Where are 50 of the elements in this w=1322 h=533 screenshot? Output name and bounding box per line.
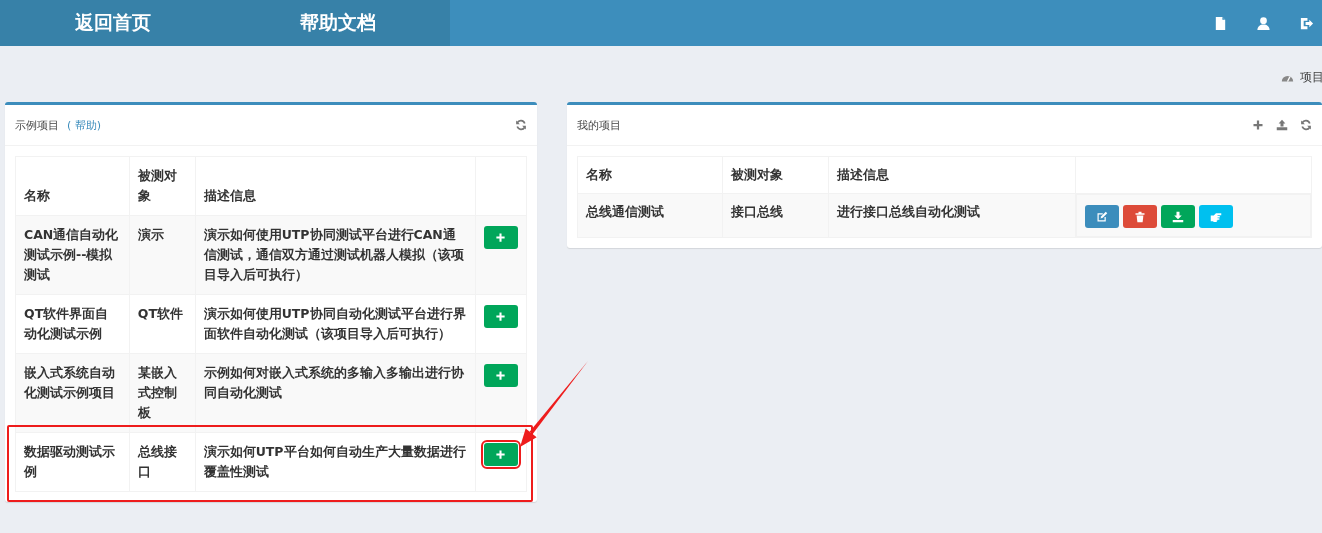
plus-icon [495, 370, 507, 381]
pointing-hand-button[interactable] [1199, 205, 1233, 228]
add-button[interactable] [483, 364, 518, 387]
download-button[interactable] [1161, 205, 1195, 228]
column-header: 名称 [577, 156, 723, 194]
panel-title: 我的项目 [577, 117, 621, 133]
column-header: 描述信息 [195, 156, 476, 216]
table-cell: 某嵌入式控制板 [129, 353, 196, 433]
download-icon [1172, 210, 1184, 223]
nav-link[interactable]: 帮助文档 [225, 0, 450, 46]
plus-icon[interactable] [1252, 119, 1264, 131]
table-cell: 进行接口总线自动化测试 [828, 193, 1076, 238]
table-cell: CAN通信自动化测试示例--模拟测试 [15, 215, 130, 295]
table-cell: QT软件 [129, 294, 196, 354]
table-cell: 总线通信测试 [577, 193, 723, 238]
table-cell: 示例如何对嵌入式系统的多输入多输出进行协同自动化测试 [195, 353, 476, 433]
add-button[interactable] [483, 305, 518, 328]
table-cell: 演示如何UTP平台如何自动生产大量数据进行覆盖性测试 [195, 432, 476, 492]
table-cell: 演示 [129, 215, 196, 295]
upload-icon[interactable] [1276, 119, 1288, 131]
table-cell: 数据驱动测试示例 [15, 432, 130, 492]
breadcrumb-text: 项目 [1300, 69, 1322, 86]
trash-icon [1134, 210, 1146, 223]
help-link[interactable]: ( 帮助) [67, 118, 102, 132]
pointing-hand-icon [1210, 210, 1222, 223]
logout-icon[interactable] [1299, 15, 1314, 31]
table-cell: 总线接口 [129, 432, 196, 492]
document-icon[interactable] [1213, 15, 1228, 31]
table-cell: 演示如何使用UTP协同自动化测试平台进行界面软件自动化测试（该项目导入后可执行） [195, 294, 476, 354]
nav-link[interactable]: 返回首页 [0, 0, 225, 46]
table-cell: 嵌入式系统自动化测试示例项目 [15, 353, 130, 433]
edit-button[interactable] [1085, 205, 1119, 228]
refresh-icon[interactable] [1300, 119, 1312, 131]
add-button[interactable] [483, 443, 518, 466]
column-header: 名称 [15, 156, 130, 216]
add-button[interactable] [483, 226, 518, 249]
plus-icon [495, 311, 507, 322]
refresh-icon[interactable] [515, 119, 527, 131]
table-cell: 接口总线 [722, 193, 829, 238]
edit-icon [1096, 210, 1108, 223]
delete-button[interactable] [1123, 205, 1157, 228]
user-icon[interactable] [1256, 15, 1271, 31]
table-cell: QT软件界面自动化测试示例 [15, 294, 130, 354]
column-header: 被测对象 [722, 156, 829, 194]
column-header: 描述信息 [828, 156, 1076, 194]
table-cell: 演示如何使用UTP协同测试平台进行CAN通信测试，通信双方通过测试机器人模拟（该项目导入后可执行） [195, 215, 476, 295]
plus-icon [495, 449, 507, 460]
column-header: 被测对象 [129, 156, 196, 216]
plus-icon [495, 232, 507, 243]
panel-title: 示例项目 [15, 117, 59, 133]
